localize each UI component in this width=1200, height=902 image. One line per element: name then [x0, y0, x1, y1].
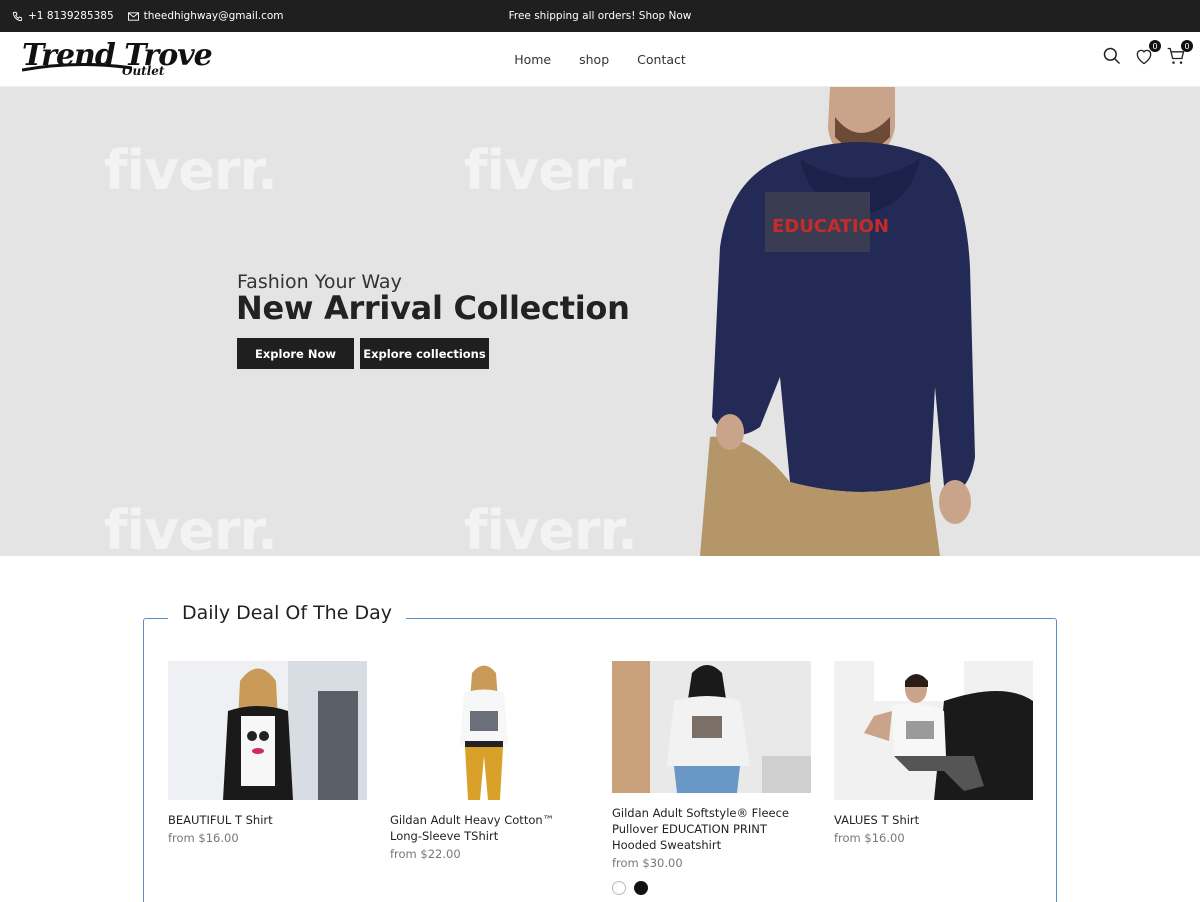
logo[interactable]: Trend Trove Outlet [22, 38, 213, 82]
product-card[interactable]: VALUES T Shirt from $16.00 [834, 661, 1033, 846]
product-name[interactable]: VALUES T Shirt [834, 812, 1033, 828]
deals-title: Daily Deal Of The Day [168, 602, 406, 624]
price-value: $22.00 [420, 847, 461, 861]
phone-contact[interactable]: +1 8139285385 [12, 10, 114, 22]
nav-shop[interactable]: shop [579, 52, 609, 67]
hero-title: New Arrival Collection [236, 289, 630, 327]
wishlist-heart-icon[interactable]: 0 [1134, 40, 1161, 66]
hero-model-image: EDUCATION [700, 87, 975, 556]
price-prefix: from [390, 847, 417, 861]
hero-banner: fiverr. fiverr. fiverr. fiverr. EDUCATIO… [0, 87, 1200, 556]
product-name[interactable]: BEAUTIFUL T Shirt [168, 812, 367, 828]
price-prefix: from [168, 831, 195, 845]
watermark: fiverr. [104, 499, 278, 556]
product-image[interactable] [612, 661, 811, 793]
swatch-black[interactable] [634, 881, 648, 895]
product-card[interactable]: Gildan Adult Softstyle® Fleece Pullover … [612, 661, 811, 895]
nav-contact[interactable]: Contact [637, 52, 686, 67]
nav-home[interactable]: Home [514, 52, 551, 67]
product-name[interactable]: Gildan Adult Softstyle® Fleece Pullover … [612, 805, 811, 853]
phone-icon [12, 11, 23, 22]
product-image[interactable] [168, 661, 367, 800]
product-image[interactable] [390, 661, 589, 800]
price-value: $16.00 [864, 831, 905, 845]
color-swatches [612, 881, 811, 895]
watermark: fiverr. [464, 139, 638, 202]
promo-text[interactable]: Free shipping all orders! Shop Now [509, 10, 692, 22]
explore-now-button[interactable]: Explore Now [237, 338, 354, 369]
contact-info: +1 8139285385 theedhighway@gmail.com [12, 0, 284, 32]
watermark: fiverr. [104, 139, 278, 202]
top-bar: Free shipping all orders! Shop Now +1 81… [0, 0, 1200, 32]
product-price: from $22.00 [390, 846, 589, 862]
cart-icon[interactable]: 0 [1166, 40, 1193, 66]
search-icon[interactable] [1102, 46, 1122, 66]
logo-text: Trend Trove [22, 38, 213, 73]
cart-count-badge: 0 [1181, 40, 1193, 52]
email-contact[interactable]: theedhighway@gmail.com [127, 10, 284, 22]
site-header: Trend Trove Outlet Home shop Contact 0 0 [0, 32, 1200, 87]
product-card[interactable]: Gildan Adult Heavy Cotton™ Long-Sleeve T… [390, 661, 589, 862]
product-card[interactable]: BEAUTIFUL T Shirt from $16.00 [168, 661, 367, 846]
product-price: from $30.00 [612, 855, 811, 871]
logo-subtext: Outlet [122, 64, 165, 78]
header-icons: 0 0 [1102, 40, 1193, 66]
price-prefix: from [834, 831, 861, 845]
product-image[interactable] [834, 661, 1033, 800]
product-price: from $16.00 [834, 830, 1033, 846]
phone-number[interactable]: +1 8139285385 [28, 10, 114, 22]
product-price: from $16.00 [168, 830, 367, 846]
watermark: fiverr. [464, 499, 638, 556]
price-prefix: from [612, 856, 639, 870]
wishlist-count-badge: 0 [1149, 40, 1161, 52]
price-value: $30.00 [642, 856, 683, 870]
product-name[interactable]: Gildan Adult Heavy Cotton™ Long-Sleeve T… [390, 812, 589, 844]
price-value: $16.00 [198, 831, 239, 845]
explore-collections-button[interactable]: Explore collections [360, 338, 489, 369]
swatch-white[interactable] [612, 881, 626, 895]
email-address[interactable]: theedhighway@gmail.com [144, 10, 284, 22]
shirt-print-text: EDUCATION [772, 216, 889, 237]
mail-icon [127, 11, 139, 21]
